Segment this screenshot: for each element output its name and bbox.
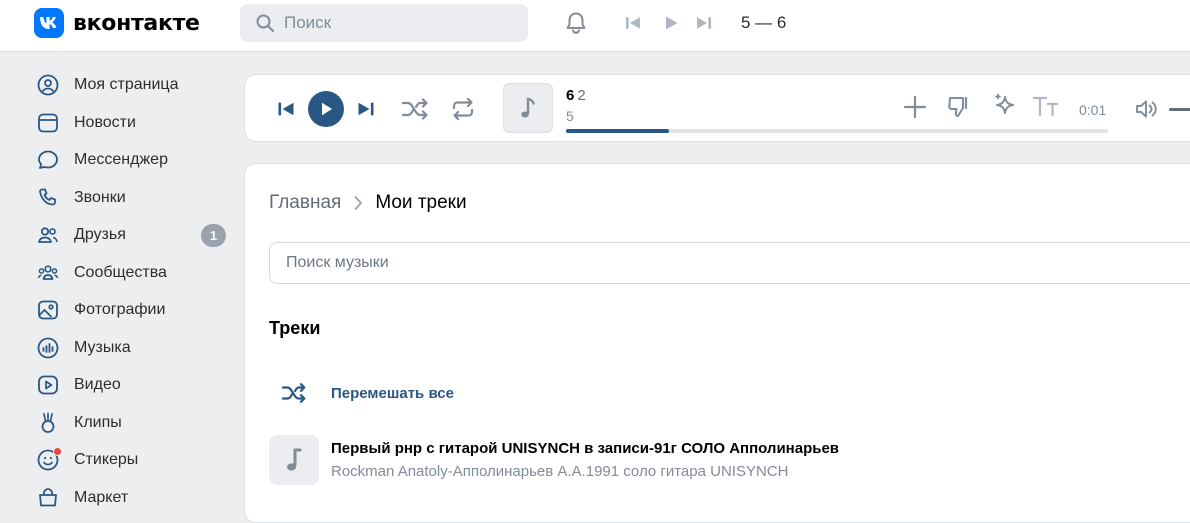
sidebar-item-label: Моя страница xyxy=(74,76,179,93)
player-track-title[interactable]: 62 xyxy=(566,87,586,104)
shuffle-all-button[interactable]: Перемешать все xyxy=(269,378,454,408)
sidebar-item-friends[interactable]: Друзья 1 xyxy=(36,217,231,253)
track-row[interactable]: Первый рнр с гитарой UNISYNCH в записи-9… xyxy=(269,434,839,486)
sidebar-item-label: Друзья xyxy=(74,226,126,243)
add-track-icon[interactable] xyxy=(901,93,929,121)
lyrics-text-icon[interactable] xyxy=(1031,92,1061,120)
play-button[interactable] xyxy=(308,91,344,127)
global-search-input[interactable] xyxy=(284,13,484,33)
sparkle-recommendations-icon[interactable] xyxy=(990,91,1020,121)
sidebar-item-video[interactable]: Видео xyxy=(36,367,231,403)
sidebar-item-market[interactable]: Маркет xyxy=(36,480,231,516)
dislike-icon[interactable] xyxy=(945,93,973,121)
header-play-icon[interactable] xyxy=(660,12,682,34)
search-icon xyxy=(255,13,275,33)
sidebar-item-label: Фотографии xyxy=(74,301,166,318)
notifications-bell-icon[interactable] xyxy=(562,9,590,37)
play-icon xyxy=(322,102,332,116)
playback-time: 0:01 xyxy=(1079,102,1107,118)
breadcrumb-home-link[interactable]: Главная xyxy=(269,192,341,214)
stickers-notification-dot xyxy=(53,447,62,456)
message-icon xyxy=(36,148,60,172)
music-search-input[interactable] xyxy=(270,243,1190,283)
header-prev-track-icon[interactable] xyxy=(622,12,644,34)
clips-icon xyxy=(36,411,60,435)
sidebar-item-clips[interactable]: Клипы xyxy=(36,405,231,441)
sidebar-item-label: Маркет xyxy=(74,489,129,506)
player-title-secondary: 2 xyxy=(577,87,586,104)
vk-logo[interactable]: вконтакте xyxy=(34,8,200,38)
sidebar-item-label: Музыка xyxy=(74,339,131,356)
repeat-icon[interactable] xyxy=(448,95,478,123)
music-note-icon xyxy=(521,97,535,118)
top-header: вконтакте 5 — 6 xyxy=(0,0,1190,52)
shuffle-icon[interactable] xyxy=(400,95,430,123)
video-icon xyxy=(36,373,60,397)
track-title[interactable]: Первый рнр с гитарой UNISYNCH в записи-9… xyxy=(331,440,839,457)
phone-icon xyxy=(36,186,60,210)
sidebar-item-photos[interactable]: Фотографии xyxy=(36,292,231,328)
photo-icon xyxy=(36,298,60,322)
music-search[interactable] xyxy=(269,242,1190,284)
track-artist[interactable]: Rockman Anatoly-Апполинарьев А.А.1991 со… xyxy=(331,463,839,480)
music-content: Главная Мои треки Треки Перемешать все П… xyxy=(244,163,1190,523)
breadcrumb: Главная Мои треки xyxy=(269,192,467,214)
sidebar-item-label: Стикеры xyxy=(74,451,139,468)
sidebar-item-label: Сообщества xyxy=(74,264,167,281)
player-artist[interactable]: 5 xyxy=(566,108,574,124)
track-cover[interactable] xyxy=(503,83,553,133)
sidebar-item-stickers[interactable]: Стикеры xyxy=(36,442,231,478)
logo-text: вконтакте xyxy=(73,10,200,36)
breadcrumb-current: Мои треки xyxy=(375,192,467,213)
shuffle-all-label: Перемешать все xyxy=(331,384,454,402)
sidebar-item-label: Мессенджер xyxy=(74,151,168,168)
left-sidebar: Моя страница Новости Мессенджер Звонки Д… xyxy=(0,52,240,507)
playback-progress-bar[interactable] xyxy=(566,129,1108,133)
volume-icon[interactable] xyxy=(1133,97,1159,121)
friends-icon xyxy=(36,223,60,247)
chevron-right-icon xyxy=(353,195,363,211)
sidebar-item-my-page[interactable]: Моя страница xyxy=(36,67,231,103)
global-search[interactable] xyxy=(240,4,528,42)
header-now-playing[interactable]: 5 — 6 xyxy=(741,13,786,33)
volume-slider[interactable] xyxy=(1169,108,1190,111)
sidebar-item-communities[interactable]: Сообщества xyxy=(36,255,231,291)
vk-logo-icon xyxy=(34,8,64,38)
sidebar-item-news[interactable]: Новости xyxy=(36,105,231,141)
newsfeed-icon xyxy=(36,111,60,135)
section-title: Треки xyxy=(269,318,321,338)
friends-count-badge: 1 xyxy=(201,224,226,247)
sidebar-item-label: Клипы xyxy=(74,414,122,431)
sidebar-item-music[interactable]: Музыка xyxy=(36,330,231,366)
track-info: Первый рнр с гитарой UNISYNCH в записи-9… xyxy=(331,440,839,480)
player-title-main: 6 xyxy=(566,87,575,104)
header-next-track-icon[interactable] xyxy=(693,12,715,34)
market-icon xyxy=(36,486,60,510)
prev-track-icon[interactable] xyxy=(275,99,297,119)
sidebar-item-calls[interactable]: Звонки xyxy=(36,180,231,216)
user-circle-icon xyxy=(36,73,60,97)
audio-player: 62 5 0:01 xyxy=(244,74,1190,142)
track-cover[interactable] xyxy=(269,435,319,485)
sidebar-item-label: Видео xyxy=(74,376,121,393)
communities-icon xyxy=(36,261,60,285)
stickers-icon xyxy=(36,447,62,472)
playback-progress-fill xyxy=(566,129,669,133)
music-icon xyxy=(36,336,60,360)
shuffle-icon xyxy=(269,383,319,403)
music-note-icon xyxy=(287,448,302,471)
next-track-icon[interactable] xyxy=(355,99,377,119)
sidebar-item-label: Новости xyxy=(74,114,136,131)
sidebar-item-label: Звонки xyxy=(74,189,126,206)
sidebar-item-messenger[interactable]: Мессенджер xyxy=(36,142,231,178)
